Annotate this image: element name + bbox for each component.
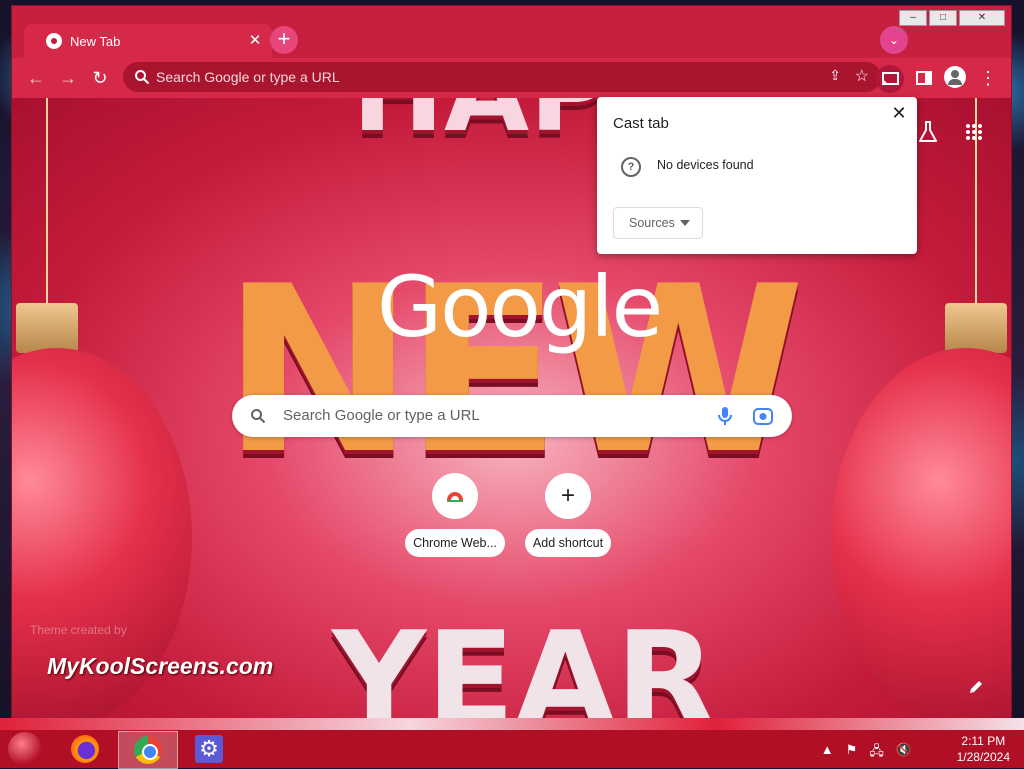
theme-credit[interactable]: Theme created by — [30, 623, 127, 637]
ntp-search-box[interactable]: Search Google or type a URL — [232, 395, 792, 437]
customize-pencil-icon[interactable] — [967, 678, 985, 696]
chevron-down-icon — [680, 220, 690, 226]
voice-search-icon[interactable] — [714, 405, 736, 427]
tab-close-icon[interactable]: ✕ — [246, 32, 264, 50]
tab-search-icon[interactable]: ⌄ — [880, 26, 908, 54]
toolbar: ← → ↻ Search Google or type a URL ⇪ ☆ ⋮ — [12, 58, 1011, 98]
address-bar-placeholder: Search Google or type a URL — [156, 69, 340, 85]
tab-new-tab[interactable]: New Tab ✕ — [24, 24, 272, 60]
chrome-window: New Tab ✕ + ⌄ – □ ✕ ← → ↻ Search Google … — [12, 6, 1011, 718]
google-apps-icon[interactable] — [965, 123, 983, 141]
bookmark-star-icon[interactable]: ☆ — [855, 66, 869, 86]
ntp-search-placeholder: Search Google or type a URL — [283, 407, 480, 424]
close-icon[interactable]: ✕ — [889, 103, 909, 123]
system-clock[interactable]: 2:11 PM 1/28/2024 — [957, 733, 1010, 765]
taskbar-app-settings[interactable]: ⚙ — [180, 731, 238, 767]
clock-date: 1/28/2024 — [956, 750, 1010, 764]
gear-icon: ⚙ — [195, 735, 223, 763]
shortcut-label: Chrome Web... — [405, 529, 505, 557]
chrome-web-store-icon — [432, 473, 478, 519]
shortcut-label: Add shortcut — [524, 529, 612, 557]
sources-label: Sources — [629, 216, 675, 230]
side-panel-icon[interactable] — [912, 66, 936, 90]
start-button[interactable] — [8, 732, 42, 766]
help-icon: ? — [621, 157, 641, 177]
reload-icon[interactable]: ↻ — [88, 66, 112, 90]
chrome-labs-icon[interactable] — [917, 120, 939, 144]
cast-dialog: Cast tab ✕ ? No devices found Sources — [597, 97, 917, 254]
back-icon[interactable]: ← — [24, 66, 48, 90]
tab-title: New Tab — [70, 34, 121, 49]
ornament-right — [831, 348, 1011, 718]
tray-overflow-icon[interactable]: ▲ — [821, 742, 834, 764]
google-lens-icon[interactable] — [752, 406, 774, 426]
profile-avatar[interactable] — [944, 66, 966, 88]
search-icon — [251, 409, 266, 424]
theme-brand-watermark: MyKoolScreens.com — [47, 653, 274, 679]
new-tab-button[interactable]: + — [270, 26, 298, 54]
maximize-button[interactable]: □ — [929, 10, 957, 26]
minimize-button[interactable]: – — [899, 10, 927, 26]
cast-dialog-title: Cast tab — [613, 115, 669, 132]
system-tray: ▲ ⚑ 🖧 🔇 — [821, 742, 912, 764]
window-controls: – □ ✕ — [899, 10, 1005, 26]
theme-decoration-year: YEAR — [332, 603, 716, 718]
firefox-icon — [71, 735, 99, 763]
close-window-button[interactable]: ✕ — [959, 10, 1005, 26]
address-bar[interactable]: Search Google or type a URL ⇪ ☆ — [123, 62, 881, 92]
plus-icon: + — [545, 473, 591, 519]
ornament-cap — [945, 303, 1007, 353]
taskbar-app-chrome[interactable] — [118, 731, 178, 769]
add-shortcut-button[interactable]: + Add shortcut — [513, 473, 623, 557]
taskbar-app-firefox[interactable] — [56, 731, 114, 767]
taskbar-decoration — [0, 718, 1024, 730]
search-icon — [135, 70, 150, 85]
menu-icon[interactable]: ⋮ — [976, 66, 1000, 90]
share-icon[interactable]: ⇪ — [829, 67, 841, 84]
clock-time: 2:11 PM — [961, 734, 1006, 748]
ornament-cap — [16, 303, 78, 353]
cast-status-text: No devices found — [657, 158, 754, 172]
ornament-string — [46, 98, 48, 303]
taskbar: ⚙ ▲ ⚑ 🖧 🔇 2:11 PM 1/28/2024 — [0, 730, 1024, 769]
chrome-icon — [134, 736, 162, 764]
sources-dropdown[interactable]: Sources — [613, 207, 703, 239]
title-bar: New Tab ✕ + ⌄ – □ ✕ — [12, 6, 1011, 60]
volume-muted-icon[interactable]: 🔇 — [896, 742, 912, 764]
forward-icon[interactable]: → — [56, 66, 80, 90]
google-logo: Google — [377, 258, 663, 356]
network-icon[interactable]: 🖧 — [869, 742, 884, 764]
theme-decoration-happy: HAP — [352, 98, 610, 156]
shortcut-chrome-web-store[interactable]: Chrome Web... — [400, 473, 510, 557]
cast-icon[interactable] — [876, 65, 904, 93]
action-center-flag-icon[interactable]: ⚑ — [846, 742, 858, 764]
chrome-favicon-icon — [46, 33, 62, 49]
